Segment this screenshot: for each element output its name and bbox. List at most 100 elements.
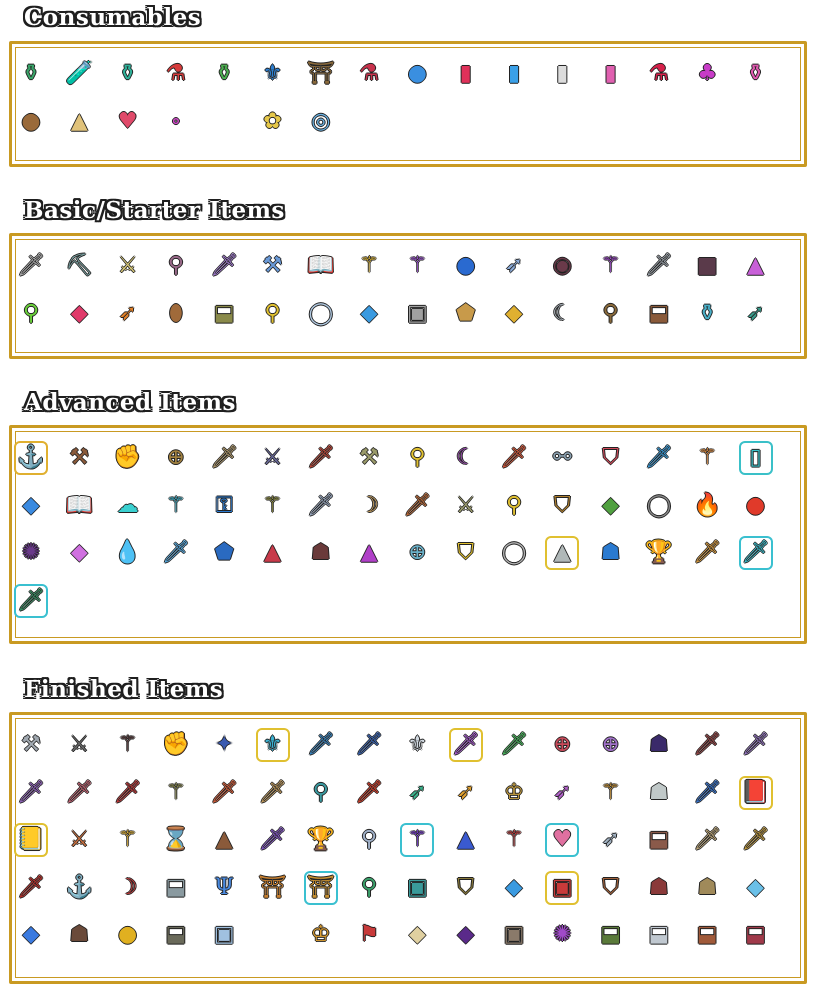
ghost-lantern-icon[interactable]: ☗ bbox=[642, 776, 676, 810]
golden-longsword-icon[interactable]: 🗡 bbox=[256, 776, 290, 810]
ruby-shield-icon[interactable]: ⛉ bbox=[594, 441, 628, 475]
azure-hood-icon[interactable]: ☗ bbox=[594, 536, 628, 570]
leather-gauntlet-icon[interactable]: ✊ bbox=[111, 441, 145, 475]
emerald-sword-icon[interactable]: 🗡 bbox=[14, 584, 48, 618]
torch-scepter-icon[interactable]: ⚚ bbox=[690, 441, 724, 475]
temple-shrine-icon[interactable]: ⛩ bbox=[304, 871, 338, 905]
crimson-sword-icon[interactable]: 🗡 bbox=[111, 776, 145, 810]
blood-blade-icon[interactable]: 🗡 bbox=[14, 871, 48, 905]
sky-crystal-icon[interactable]: ◆ bbox=[497, 871, 531, 905]
witch-hat-icon[interactable]: ▲ bbox=[207, 823, 241, 857]
emerald-pendant-icon[interactable]: ◆ bbox=[594, 489, 628, 523]
demon-helm-icon[interactable]: ☗ bbox=[304, 536, 338, 570]
elixir-gold-blue-icon[interactable]: ⚜ bbox=[256, 57, 290, 91]
beetle-potion-icon[interactable]: ⚗ bbox=[352, 57, 386, 91]
red-orb-icon[interactable]: ● bbox=[739, 489, 773, 523]
copper-dagger-icon[interactable]: 🗡 bbox=[400, 489, 434, 523]
longbow-icon[interactable]: ☽ bbox=[352, 489, 386, 523]
ember-sword-icon[interactable]: 🗡 bbox=[497, 441, 531, 475]
blue-gem-icon[interactable]: ◆ bbox=[14, 918, 48, 952]
monocle-amulet-icon[interactable]: ◎ bbox=[304, 105, 338, 139]
sun-crown-icon[interactable]: ♔ bbox=[304, 918, 338, 952]
hourglass-icon[interactable]: ⌛ bbox=[159, 823, 193, 857]
violet-crossbow-icon[interactable]: ⊕ bbox=[594, 728, 628, 762]
pudding-icon[interactable]: ▲ bbox=[62, 105, 96, 139]
horned-helm-icon[interactable]: ☗ bbox=[642, 871, 676, 905]
golden-chalice-icon[interactable]: 🏆 bbox=[642, 536, 676, 570]
steel-sword-icon[interactable]: 🗡 bbox=[304, 489, 338, 523]
amethyst-blade-icon[interactable]: 🗡 bbox=[256, 823, 290, 857]
sapphire-icon[interactable]: ◆ bbox=[14, 489, 48, 523]
wooden-shield-icon[interactable]: ⬮ bbox=[159, 297, 193, 331]
frost-armor-icon[interactable]: ▣ bbox=[207, 918, 241, 952]
vial-red-icon[interactable]: ▮ bbox=[449, 57, 483, 91]
red-bow-icon[interactable]: ☽ bbox=[111, 871, 145, 905]
magma-blade-icon[interactable]: 🗡 bbox=[352, 776, 386, 810]
crossbow-icon[interactable]: ⊕ bbox=[159, 441, 193, 475]
lantern-brown-icon[interactable]: ⛩ bbox=[304, 57, 338, 91]
steel-cloak-icon[interactable]: ▲ bbox=[545, 536, 579, 570]
emerald-feather-icon[interactable]: ➶ bbox=[400, 776, 434, 810]
storm-sword-icon[interactable]: 🗡 bbox=[352, 728, 386, 762]
spear-steel-icon[interactable]: ➶ bbox=[497, 249, 531, 283]
diamond-shield-icon[interactable]: ◆ bbox=[400, 918, 434, 952]
battle-axe-icon[interactable]: ⚒ bbox=[14, 728, 48, 762]
frost-greatsword-icon[interactable]: 🗡 bbox=[304, 728, 338, 762]
spell-card-icon[interactable]: ▯ bbox=[739, 441, 773, 475]
jade-chestplate-icon[interactable]: ▣ bbox=[400, 871, 434, 905]
golden-dagger-icon[interactable]: 🗡 bbox=[739, 823, 773, 857]
dual-daggers-icon[interactable]: ⚔ bbox=[256, 441, 290, 475]
frost-blade-icon[interactable]: 🗡 bbox=[642, 441, 676, 475]
flask-red-icon[interactable]: ⚗ bbox=[159, 57, 193, 91]
potion-blue-icon[interactable]: 🧪 bbox=[62, 57, 96, 91]
wizard-hat-icon[interactable]: ▲ bbox=[449, 823, 483, 857]
sword-purple-icon[interactable]: 🗡 bbox=[207, 249, 241, 283]
cosmic-staff-icon[interactable]: ⚚ bbox=[400, 823, 434, 857]
leather-bag-icon[interactable]: ⬟ bbox=[449, 297, 483, 331]
amethyst-sword-icon[interactable]: 🗡 bbox=[14, 776, 48, 810]
purple-staff-icon[interactable]: ⚚ bbox=[400, 249, 434, 283]
golden-book-icon[interactable]: 📒 bbox=[14, 823, 48, 857]
amber-spear-icon[interactable]: ➶ bbox=[449, 776, 483, 810]
crossed-swords-icon[interactable]: ⚔ bbox=[62, 823, 96, 857]
golden-lash-icon[interactable]: ⚲ bbox=[400, 441, 434, 475]
violet-saber-icon[interactable]: 🗡 bbox=[449, 728, 483, 762]
bone-dagger-icon[interactable]: 🗡 bbox=[690, 823, 724, 857]
dark-flail-icon[interactable]: ⚚ bbox=[111, 728, 145, 762]
crimson-cape-icon[interactable]: ▲ bbox=[256, 536, 290, 570]
ice-gem-icon[interactable]: ◆ bbox=[739, 871, 773, 905]
compass-icon[interactable]: ⊕ bbox=[400, 536, 434, 570]
green-spear-icon[interactable]: ➶ bbox=[739, 297, 773, 331]
blue-orb-icon[interactable]: ● bbox=[449, 249, 483, 283]
amber-dagger-icon[interactable]: 🗡 bbox=[690, 536, 724, 570]
dagger-grey-icon[interactable]: 🗡 bbox=[642, 249, 676, 283]
emerald-amulet-icon[interactable]: ⚲ bbox=[352, 871, 386, 905]
elixir-green-icon[interactable]: ⚱ bbox=[14, 57, 48, 91]
hook-blade-icon[interactable]: ⚓ bbox=[62, 871, 96, 905]
small-potion-icon[interactable]: ⚱ bbox=[690, 297, 724, 331]
fire-feather-icon[interactable]: ➶ bbox=[111, 297, 145, 331]
golden-sickle-icon[interactable]: ⚓ bbox=[14, 441, 48, 475]
chest-vest-icon[interactable]: ▣ bbox=[400, 297, 434, 331]
golden-shield-icon[interactable]: ⛉ bbox=[449, 536, 483, 570]
amber-lantern-icon[interactable]: ⛩ bbox=[256, 871, 290, 905]
lantern-potion-icon[interactable]: ⚱ bbox=[207, 57, 241, 91]
pickaxe-icon[interactable]: ⛏ bbox=[62, 249, 96, 283]
olive-shield-icon[interactable]: ⛉ bbox=[449, 871, 483, 905]
stone-mace-icon[interactable]: ⚒ bbox=[352, 441, 386, 475]
war-banner-icon[interactable]: ⚑ bbox=[352, 918, 386, 952]
ice-sword-icon[interactable]: 🗡 bbox=[159, 536, 193, 570]
jar-teal-icon[interactable]: ⚱ bbox=[111, 57, 145, 91]
ruby-gem-icon[interactable]: ◆ bbox=[62, 297, 96, 331]
amulet-yellow-icon[interactable]: ⚲ bbox=[256, 297, 290, 331]
silver-shoe-icon[interactable]: ⬓ bbox=[642, 918, 676, 952]
crimson-boots-icon[interactable]: ⬓ bbox=[739, 918, 773, 952]
reaper-scythe-icon[interactable]: ⚲ bbox=[304, 776, 338, 810]
glacier-staff-icon[interactable]: ⚚ bbox=[159, 489, 193, 523]
orb-blue-icon[interactable]: ● bbox=[400, 57, 434, 91]
tome-gold-icon[interactable]: 📖 bbox=[304, 249, 338, 283]
void-crystal-icon[interactable]: ◆ bbox=[449, 918, 483, 952]
iron-boot-icon[interactable]: ⬓ bbox=[159, 918, 193, 952]
boot-olive-icon[interactable]: ⬓ bbox=[207, 297, 241, 331]
sapphire-dagger-icon[interactable]: 🗡 bbox=[690, 776, 724, 810]
